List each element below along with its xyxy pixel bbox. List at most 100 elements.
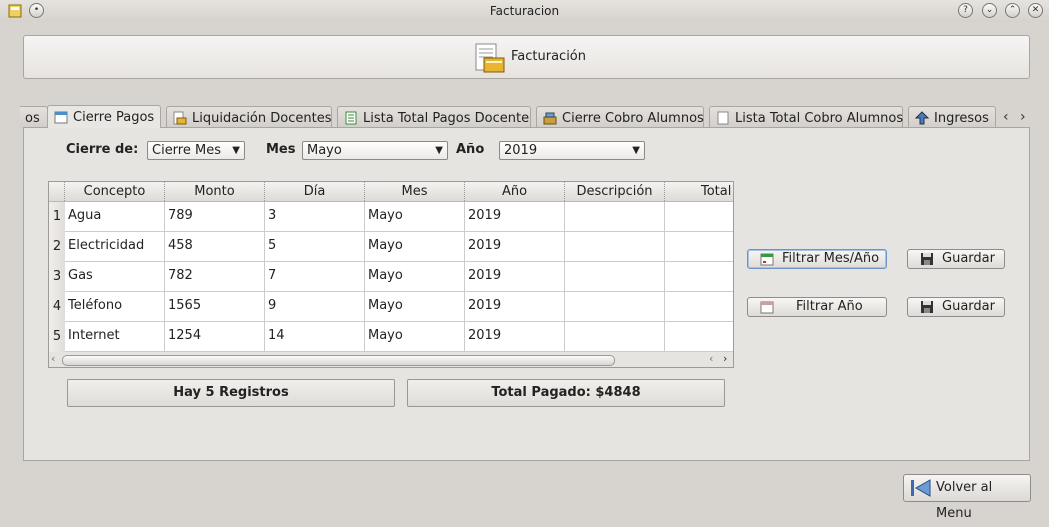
column-header[interactable]: Monto [165,182,265,201]
column-header[interactable]: Total [665,182,733,201]
row-number[interactable]: 4 [49,292,65,322]
cell-dia[interactable]: 9 [265,292,365,322]
filtrar-mes-anio-button[interactable]: Filtrar Mes/Año [747,249,887,269]
cell-mes[interactable]: Mayo [365,232,465,262]
total-pagado: Total Pagado: $4848 [407,379,725,407]
column-header[interactable]: Descripción [565,182,665,201]
tab-scroll-left-icon[interactable]: ‹ [1003,109,1009,125]
cell-dia[interactable]: 7 [265,262,365,292]
tab-scroll-right-icon[interactable]: › [1020,109,1026,125]
cierre-select[interactable]: Cierre Mes ▼ [147,141,245,160]
window-title: Facturacion [489,4,560,18]
maximize-button[interactable]: ⌃ [1005,3,1020,18]
row-number[interactable]: 1 [49,202,65,232]
cell-monto[interactable]: 789 [165,202,265,232]
cell-dia[interactable]: 3 [265,202,365,232]
cell-concepto[interactable]: Teléfono [65,292,165,322]
cell-concepto[interactable]: Internet [65,322,165,352]
cell-mes[interactable]: Mayo [365,322,465,352]
cierre-label: Cierre de: [66,142,139,157]
cell-monto[interactable]: 782 [165,262,265,292]
cell-anio[interactable]: 2019 [465,202,565,232]
document-icon [717,111,729,125]
tab-label: Cierre Cobro Alumnos [562,111,704,126]
column-header[interactable]: Concepto [65,182,165,201]
tab-label: os [25,111,40,126]
back-icon [911,479,931,497]
cell-descripcion[interactable] [565,202,665,232]
cell-anio[interactable]: 2019 [465,292,565,322]
cell-monto[interactable]: 458 [165,232,265,262]
save-icon [921,301,933,313]
cell-concepto[interactable]: Agua [65,202,165,232]
filtrar-anio-button[interactable]: Filtrar Año [747,297,887,317]
tab-pagos-partial[interactable]: os [20,106,48,128]
scroll-left-icon[interactable]: ‹ [709,352,713,365]
row-number[interactable]: 5 [49,322,65,352]
cell-mes[interactable]: Mayo [365,202,465,232]
guardar-anio-button[interactable]: Guardar [907,297,1005,317]
tab-cierre-pagos[interactable]: Cierre Pagos [47,105,161,128]
table-horizontal-scrollbar[interactable]: ‹ ‹ › [49,352,733,367]
header-banner: Facturación [23,35,1030,79]
button-label: Guardar [942,299,995,314]
calendar-icon [54,111,68,124]
cell-monto[interactable]: 1254 [165,322,265,352]
volver-al-menu-button[interactable]: Volver al Menu [903,474,1031,521]
tab-label: Lista Total Cobro Alumnos [735,111,904,126]
cell-mes[interactable]: Mayo [365,262,465,292]
button-label: Filtrar Año [796,299,863,314]
cell-total[interactable] [665,292,733,322]
cell-concepto[interactable]: Electricidad [65,232,165,262]
scrollbar-thumb[interactable] [62,355,615,366]
tab-label: Ingresos [934,111,989,126]
cell-total[interactable] [665,202,733,232]
tab-ingresos[interactable]: Ingresos [908,106,996,128]
cell-dia[interactable]: 14 [265,322,365,352]
row-number[interactable]: 2 [49,232,65,262]
cell-anio[interactable]: 2019 [465,322,565,352]
button-label: Guardar [942,251,995,266]
tab-label: Lista Total Pagos Docente [363,111,530,126]
cell-monto[interactable]: 1565 [165,292,265,322]
cell-concepto[interactable]: Gas [65,262,165,292]
billing-icon [475,43,505,73]
cell-descripcion[interactable] [565,262,665,292]
cell-mes[interactable]: Mayo [365,292,465,322]
cell-anio[interactable]: 2019 [465,262,565,292]
arrow-up-icon [915,111,929,125]
cell-descripcion[interactable] [565,292,665,322]
cierre-select-value: Cierre Mes [152,143,221,158]
cell-total[interactable] [665,262,733,292]
cell-total[interactable] [665,232,733,262]
help-button[interactable]: ? [958,3,973,18]
tab-liquidacion-docentes[interactable]: Liquidación Docentes [166,106,332,128]
guardar-mes-button[interactable]: Guardar [907,249,1005,269]
column-header[interactable]: Día [265,182,365,201]
button-label: Volver al Menu [936,480,993,521]
tab-lista-total-cobro-alumnos[interactable]: Lista Total Cobro Alumnos [709,106,903,128]
scroll-left-icon[interactable]: ‹ [51,352,55,365]
cell-descripcion[interactable] [565,232,665,262]
cell-anio[interactable]: 2019 [465,232,565,262]
minimize-button[interactable]: ⌄ [982,3,997,18]
cell-total[interactable] [665,322,733,352]
column-header[interactable]: Mes [365,182,465,201]
chevron-down-icon: ▼ [232,145,240,156]
column-header[interactable]: Año [465,182,565,201]
row-number[interactable]: 3 [49,262,65,292]
tab-label: Liquidación Docentes [192,111,332,126]
header-title: Facturación [511,49,586,64]
cell-descripcion[interactable] [565,322,665,352]
close-button[interactable]: ✕ [1028,3,1043,18]
button-label: Filtrar Mes/Año [782,251,880,266]
anio-select[interactable]: 2019 ▼ [499,141,645,160]
tab-lista-total-pagos-docente[interactable]: Lista Total Pagos Docente [337,106,531,128]
tab-cierre-cobro-alumnos[interactable]: Cierre Cobro Alumnos [536,106,704,128]
mes-select[interactable]: Mayo ▼ [302,141,448,160]
scroll-right-icon[interactable]: › [723,352,727,365]
billing-icon [173,111,187,125]
cell-dia[interactable]: 5 [265,232,365,262]
corner-header [49,182,65,201]
chevron-down-icon: ▼ [632,145,640,156]
